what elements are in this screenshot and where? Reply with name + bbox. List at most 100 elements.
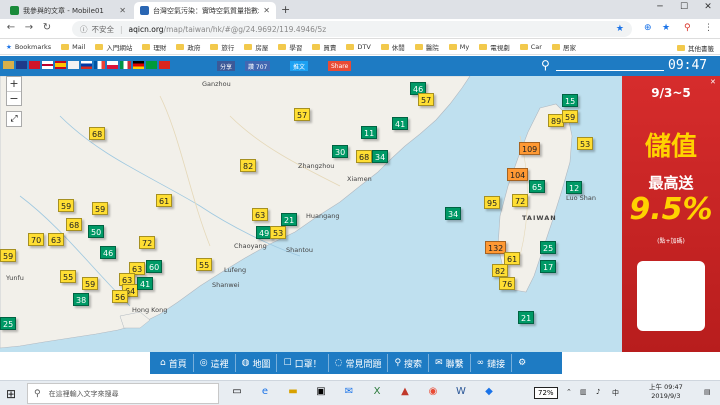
nav-map[interactable]: ◍ 地圖 [236,354,278,372]
nav-here[interactable]: ◎ 這裡 [194,354,236,372]
aqi-station-marker[interactable]: 60 [146,260,163,273]
bookmark-folder[interactable]: Car [519,43,542,51]
tab-mobile01[interactable]: 我參與的文章 - Mobile01 ✕ [4,2,132,19]
aqi-station-marker[interactable]: 55 [196,258,213,271]
flag-icon[interactable] [107,61,118,69]
word-icon[interactable]: W [454,386,468,400]
nav-faq[interactable]: ◌ 常見問題 [329,354,389,372]
ime-indicator[interactable]: 中 [612,388,619,398]
aqi-station-marker[interactable]: 72 [512,194,529,207]
zoom-in-button[interactable]: + [7,77,21,91]
flag-icon[interactable] [55,61,66,69]
extension-star-icon[interactable]: ★ [662,23,670,33]
taskbar-search-input[interactable]: ⚲ 在這裡輸入文字來搜尋 [27,383,219,404]
ad-close-icon[interactable]: ✕ [710,78,716,86]
aqi-station-marker[interactable]: 50 [88,225,105,238]
aqi-station-marker[interactable]: 76 [499,277,516,290]
chrome-icon[interactable]: ◉ [426,386,440,400]
facebook-share-button[interactable]: 分享 [217,61,236,71]
windows-start-icon[interactable]: ⊞ [6,387,16,401]
flag-icon[interactable] [133,61,144,69]
file-explorer-icon[interactable]: ▬ [286,386,300,400]
flag-icon[interactable] [146,61,157,69]
aqi-station-marker[interactable]: 38 [73,293,90,306]
other-bookmarks[interactable]: 其他書籤 [677,43,714,53]
flag-icon[interactable] [120,61,131,69]
flag-icon[interactable] [68,61,79,69]
aqi-station-marker[interactable]: 34 [372,150,389,163]
menu-icon[interactable]: ⋮ [704,23,713,33]
flag-icon[interactable] [94,61,105,69]
aqi-station-marker[interactable]: 59 [562,110,579,123]
aqi-station-marker[interactable]: 55 [60,270,77,283]
url-input[interactable]: ⓘ 不安全 | aqicn.org /map/taiwan/hk/#@g/24.… [72,21,632,37]
flag-icon[interactable] [159,61,170,69]
info-icon[interactable]: ⓘ [80,24,88,35]
bookmark-folder[interactable]: DTV [346,43,371,51]
flag-icon[interactable] [42,61,53,69]
share-button[interactable]: Share [328,61,352,71]
advertisement-banner[interactable]: ✕ 9/3~5 儲值 最高送 9.5% (點+加碼) [622,76,720,352]
aqi-station-marker[interactable]: 95 [484,196,501,209]
bookmark-folder[interactable]: 電視劇 [479,42,510,52]
aqi-station-marker[interactable]: 72 [139,236,156,249]
edge-icon[interactable]: e [258,386,272,400]
new-tab-button[interactable]: + [281,3,290,16]
facebook-like-button[interactable]: 讚 707 [245,61,271,71]
bookmark-folder[interactable]: 理財 [142,42,166,52]
store-icon[interactable]: ▣ [314,386,328,400]
nav-links[interactable]: ∞ 鏈接 [471,354,513,372]
bookmark-folder[interactable]: 醫院 [414,42,439,52]
network-icon[interactable]: ▥ [580,388,587,396]
bookmark-star-icon[interactable]: ★ [616,24,624,34]
aqi-station-marker[interactable]: 17 [540,260,557,273]
aqi-station-marker[interactable]: 57 [294,108,311,121]
nav-contact[interactable]: ✉ 聯繫 [429,354,471,372]
battery-indicator[interactable]: 72% [534,387,558,399]
flag-icon[interactable] [3,61,14,69]
aqi-station-marker[interactable]: 104 [507,168,529,181]
aqi-station-marker[interactable]: 68 [66,218,83,231]
bookmark-folder[interactable]: 房屋 [244,42,268,52]
bookmark-folder[interactable]: 旅行 [210,42,234,52]
aqi-station-marker[interactable]: 59 [0,249,17,262]
aqi-station-marker[interactable]: 59 [92,202,109,215]
bookmark-folder[interactable]: My [448,43,469,51]
aqi-station-marker[interactable]: 34 [445,207,462,220]
aqi-station-marker[interactable]: 25 [540,241,557,254]
aqi-station-marker[interactable]: 46 [100,246,117,259]
tab-aqicn[interactable]: 台灣空氣污染：實時空氣質量指數地圖 ✕ [134,2,276,19]
bookmark-folder[interactable]: Mail [61,43,85,51]
task-view-icon[interactable]: ▭ [230,386,244,400]
aqi-station-marker[interactable]: 59 [82,277,99,290]
bookmark-folder[interactable]: 買賣 [312,42,336,52]
aqi-station-marker[interactable]: 82 [240,159,257,172]
app-icon[interactable]: ▲ [398,386,412,400]
aqi-station-marker[interactable]: 70 [28,233,45,246]
maximize-icon[interactable]: ☐ [672,2,696,12]
aqi-station-marker[interactable]: 21 [281,213,298,226]
close-window-icon[interactable]: ✕ [696,2,720,12]
aqi-station-marker[interactable]: 68 [89,127,106,140]
translate-icon[interactable]: ⊕ [644,23,652,33]
aqi-station-marker[interactable]: 15 [562,94,579,107]
tab-close-icon[interactable]: ✕ [263,6,270,15]
forward-icon[interactable]: → [22,22,36,33]
back-icon[interactable]: ← [4,22,18,33]
aqi-station-marker[interactable]: 12 [566,181,583,194]
aqi-station-marker[interactable]: 63 [252,208,269,221]
flag-icon[interactable] [29,61,40,69]
reload-icon[interactable]: ↻ [40,22,54,33]
aqi-station-marker[interactable]: 109 [519,142,541,155]
system-clock[interactable]: 上午 09:47 2019/9/3 [649,383,683,401]
aqi-station-marker[interactable]: 61 [156,194,173,207]
aqi-station-marker[interactable]: 41 [137,277,154,290]
nav-home[interactable]: ⌂ 首頁 [154,354,194,372]
aqi-station-marker[interactable]: 59 [58,199,75,212]
nav-search[interactable]: ⚲ 搜索 [388,354,430,372]
nav-mask[interactable]: ☐ 口罩！ [277,354,329,372]
flag-icon[interactable] [81,61,92,69]
app-icon[interactable]: ◆ [482,386,496,400]
aqi-station-marker[interactable]: 30 [332,145,349,158]
twitter-share-button[interactable]: 推文 [290,61,309,71]
